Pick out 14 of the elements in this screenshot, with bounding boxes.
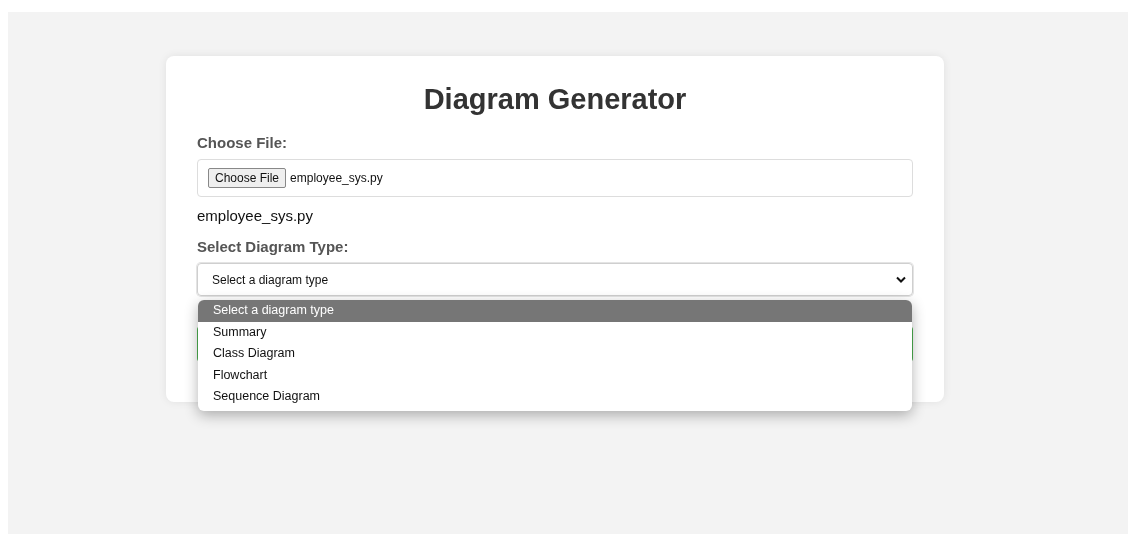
diagram-type-select[interactable]: Select a diagram type — [197, 263, 913, 296]
dropdown-option[interactable]: Flowchart — [198, 364, 912, 386]
dropdown-option[interactable]: Summary — [198, 321, 912, 343]
dropdown-option[interactable]: Select a diagram type — [198, 300, 912, 322]
file-name: employee_sys.py — [290, 171, 383, 185]
selected-file-text: employee_sys.py — [197, 207, 314, 224]
page-title: Diagram Generator — [422, 82, 688, 116]
file-input[interactable]: Choose File employee_sys.py — [197, 159, 913, 197]
choose-file-button[interactable]: Choose File — [208, 168, 287, 188]
field-label: Select Diagram Type: — [197, 238, 350, 255]
field-label: Choose File: — [197, 134, 288, 151]
dropdown-option[interactable]: Class Diagram — [198, 343, 912, 365]
chevron-down-icon — [896, 276, 906, 283]
dropdown-option[interactable]: Sequence Diagram — [198, 386, 912, 408]
